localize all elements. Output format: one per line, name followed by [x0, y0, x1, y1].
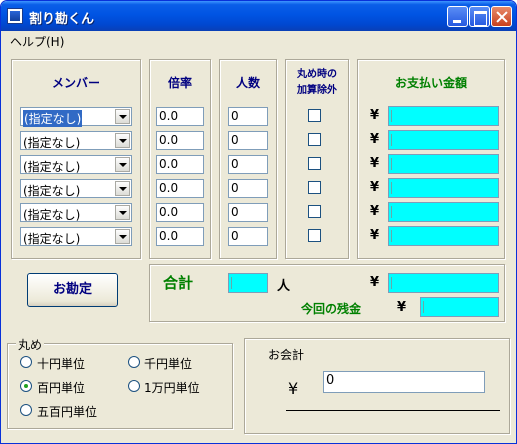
radio-thousand-yen-label[interactable]: 千円単位 — [144, 355, 192, 372]
remainder-label: 今回の残金 — [301, 302, 362, 316]
yen-symbol: ¥ — [370, 108, 380, 123]
payment-amount-field — [388, 226, 499, 246]
member-select-value: (指定なし) — [23, 110, 83, 127]
rate-header: 倍率 — [167, 76, 192, 90]
radio-ten-yen[interactable] — [20, 356, 32, 368]
rate-input[interactable]: 0.0 — [156, 155, 204, 174]
rate-input[interactable]: 0.0 — [156, 107, 204, 126]
menu-help[interactable]: ヘルプ(H) — [10, 33, 64, 50]
maximize-button[interactable] — [469, 6, 490, 27]
payment-amount-field — [388, 106, 499, 126]
rounding-group-title: 丸め — [16, 336, 45, 353]
count-input[interactable]: 0 — [228, 227, 268, 246]
count-input[interactable]: 0 — [228, 155, 268, 174]
bill-amount-input[interactable]: 0 — [323, 371, 485, 393]
exclude-checkbox[interactable] — [308, 109, 321, 122]
bill-yen-symbol: ¥ — [288, 379, 299, 398]
member-select[interactable]: (指定なし) — [20, 179, 132, 198]
total-label: 合計 — [163, 274, 194, 292]
exclude-header-line2: 加算除外 — [297, 85, 337, 96]
rate-input[interactable]: 0.0 — [156, 203, 204, 222]
count-input[interactable]: 0 — [228, 179, 268, 198]
payment-amount-field — [388, 130, 499, 150]
yen-symbol: ¥ — [370, 156, 380, 171]
exclude-checkbox[interactable] — [308, 229, 321, 242]
menu-bar: ヘルプ(H) — [1, 31, 516, 49]
count-input[interactable]: 0 — [228, 107, 268, 126]
bill-underline — [286, 410, 500, 411]
chevron-down-icon[interactable] — [115, 157, 130, 172]
exclude-header-line1: 丸め時の — [297, 69, 337, 80]
member-select-value: (指定なし) — [23, 184, 81, 198]
close-button[interactable] — [491, 6, 512, 27]
member-select[interactable]: (指定なし) — [20, 203, 132, 222]
people-unit-label: 人 — [277, 279, 291, 294]
radio-ten-yen-label[interactable]: 十円単位 — [37, 355, 85, 372]
app-icon — [7, 8, 23, 24]
rate-input[interactable]: 0.0 — [156, 179, 204, 198]
member-select-value: (指定なし) — [23, 160, 81, 174]
title-bar[interactable]: 割り勘くん — [1, 1, 516, 31]
payment-header: お支払い金額 — [394, 76, 467, 90]
member-select[interactable]: (指定なし) — [20, 155, 132, 174]
radio-ten-thousand-yen[interactable] — [128, 380, 140, 392]
radio-hundred-yen[interactable] — [20, 380, 32, 392]
remainder-amount-field — [420, 297, 499, 317]
yen-symbol: ¥ — [370, 204, 380, 219]
settle-button[interactable]: お勘定 — [27, 273, 118, 307]
member-select[interactable]: (指定なし) — [20, 107, 132, 127]
radio-thousand-yen[interactable] — [128, 356, 140, 368]
count-header: 人数 — [235, 76, 260, 90]
total-people-field — [228, 273, 268, 293]
member-select-value: (指定なし) — [23, 208, 81, 222]
app-window: 割り勘くん ヘルプ(H) メンバー 倍率 人数 丸め時の 加算除外 お支払い金額… — [0, 0, 517, 444]
member-select-value: (指定なし) — [23, 136, 81, 150]
minimize-button[interactable] — [447, 6, 468, 27]
yen-symbol: ¥ — [370, 180, 380, 195]
total-yen-symbol: ¥ — [370, 275, 380, 290]
payment-amount-field — [388, 202, 499, 222]
chevron-down-icon[interactable] — [115, 205, 130, 220]
member-select[interactable]: (指定なし) — [20, 131, 132, 150]
exclude-checkbox[interactable] — [308, 181, 321, 194]
member-select-value: (指定なし) — [23, 232, 81, 246]
count-input[interactable]: 0 — [228, 131, 268, 150]
payment-amount-field — [388, 154, 499, 174]
exclude-checkbox[interactable] — [308, 205, 321, 218]
window-title: 割り勘くん — [29, 12, 95, 27]
radio-five-hundred-yen-label[interactable]: 五百円単位 — [37, 403, 97, 420]
remainder-yen-symbol: ¥ — [397, 300, 407, 315]
yen-symbol: ¥ — [370, 228, 380, 243]
bill-title: お会計 — [268, 348, 305, 362]
chevron-down-icon[interactable] — [115, 109, 130, 124]
total-amount-field — [388, 273, 499, 293]
radio-hundred-yen-label[interactable]: 百円単位 — [37, 379, 85, 396]
radio-ten-thousand-yen-label[interactable]: 1万円単位 — [144, 379, 200, 396]
payment-amount-field — [388, 178, 499, 198]
yen-symbol: ¥ — [370, 132, 380, 147]
member-header: メンバー — [51, 76, 100, 90]
chevron-down-icon[interactable] — [115, 133, 130, 148]
exclude-checkbox[interactable] — [308, 157, 321, 170]
count-input[interactable]: 0 — [228, 203, 268, 222]
member-select[interactable]: (指定なし) — [20, 227, 132, 246]
exclude-checkbox[interactable] — [308, 133, 321, 146]
rate-input[interactable]: 0.0 — [156, 131, 204, 150]
chevron-down-icon[interactable] — [115, 181, 130, 196]
radio-five-hundred-yen[interactable] — [20, 404, 32, 416]
chevron-down-icon[interactable] — [115, 229, 130, 244]
rate-input[interactable]: 0.0 — [156, 227, 204, 246]
